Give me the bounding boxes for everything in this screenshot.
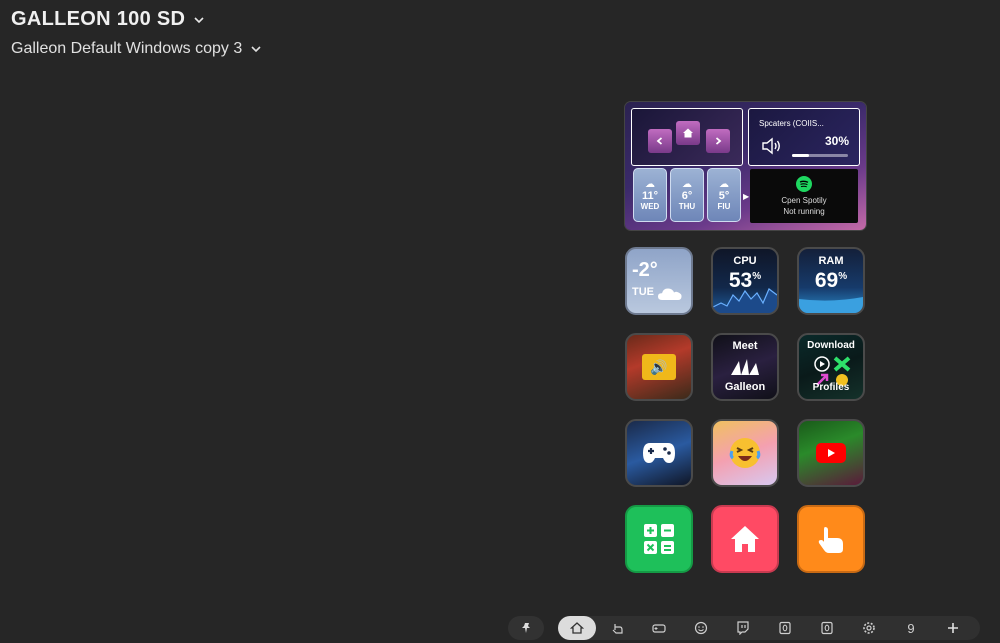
device-selector[interactable]: GALLEON 100 SD (11, 8, 205, 31)
download-profiles-key[interactable]: Download Profiles (797, 333, 865, 401)
profile-selector[interactable]: Galleon Default Windows copy 3 (11, 40, 262, 58)
forecast-temp: 6° (681, 190, 693, 202)
rain-cloud-icon: ☁ (682, 179, 692, 190)
ram-graph (799, 297, 863, 313)
cloud-icon (658, 288, 682, 300)
galleon-label: Galleon (724, 381, 766, 393)
gamepad-icon (643, 443, 675, 463)
volume-app-name: Spcaters (COIIS... (759, 119, 824, 128)
rain-cloud-icon: ☁ (645, 179, 655, 190)
forecast-day: ☁ 6° THU (670, 168, 704, 222)
zero-icon (779, 621, 791, 635)
youtube-key[interactable] (797, 419, 865, 487)
profiles-label: Profiles (812, 382, 850, 393)
touch-icon (612, 624, 623, 634)
page-toolbar: 9 (508, 615, 980, 641)
spotify-icon (796, 175, 812, 192)
weather-forecast-widget[interactable]: ☁ 11° WED ☁ 6° THU ☁ 5° FIU (633, 168, 741, 222)
home-icon[interactable] (676, 121, 700, 145)
forecast-temp: 5° (718, 190, 730, 202)
forecast-day-name: FIU (717, 202, 731, 211)
pin-button[interactable] (508, 616, 544, 640)
spotify-status-line1: Cpen Spotily (781, 195, 827, 205)
tab-settings[interactable] (848, 616, 890, 640)
tab-page-zero[interactable] (764, 616, 806, 640)
calculator-key[interactable] (625, 505, 693, 573)
device-name: GALLEON 100 SD (11, 8, 186, 30)
youtube-icon (816, 443, 846, 463)
tab-page-zero-2[interactable] (806, 616, 848, 640)
twitch-icon (737, 621, 749, 635)
sound-folder-icon: 🔊 (642, 354, 676, 380)
home-key[interactable] (711, 505, 779, 573)
cpu-key[interactable]: CPU 53% (711, 247, 779, 315)
meet-galleon-key[interactable]: Meet Galleon (711, 333, 779, 401)
emoji-key[interactable] (711, 419, 779, 487)
volume-percent: 30% (824, 134, 849, 148)
forecast-temp: 11° (641, 190, 659, 202)
zero-icon (821, 621, 833, 635)
gear-icon (863, 622, 875, 634)
home-icon (731, 526, 759, 552)
page-tabs: 9 (558, 616, 980, 640)
forecast-day-name: WED (640, 202, 660, 211)
chevron-down-icon (194, 16, 204, 23)
widget-panel: Spcaters (COIIS... 30% ☁ 11° WED ☁ 6° TH… (625, 102, 866, 230)
tab-gamepad[interactable] (638, 616, 680, 640)
rain-cloud-icon: ☁ (719, 179, 729, 190)
plus-icon (948, 623, 958, 633)
gamepad-icon (652, 624, 666, 633)
tab-smiley[interactable] (680, 616, 722, 640)
cpu-label: CPU (733, 255, 757, 267)
page-number[interactable]: 9 (890, 616, 932, 640)
smiley-icon (694, 621, 708, 635)
laughing-emoji-icon (729, 438, 761, 468)
soundboard-key[interactable]: 🔊 (625, 333, 693, 401)
ram-label: RAM (818, 255, 844, 267)
pin-icon (522, 623, 530, 633)
volume-slider[interactable] (792, 154, 848, 157)
cpu-graph (713, 288, 777, 313)
spotify-widget[interactable]: Cpen Spotily Not running (750, 169, 858, 223)
spotify-status-line2: Not running (783, 206, 825, 216)
volume-widget[interactable]: Spcaters (COIIS... 30% (748, 108, 860, 166)
ram-key[interactable]: RAM 69% (797, 247, 865, 315)
chevron-left-icon[interactable] (648, 129, 672, 153)
tab-twitch[interactable] (722, 616, 764, 640)
tab-touch[interactable] (596, 616, 638, 640)
chevron-down-icon (251, 46, 261, 53)
weather-temp: -2° (632, 259, 658, 281)
volume-slider-fill (792, 154, 809, 157)
corsair-sails-icon (731, 359, 759, 375)
touch-key[interactable] (797, 505, 865, 573)
navigation-widget[interactable] (631, 108, 743, 166)
profile-name: Galleon Default Windows copy 3 (11, 40, 243, 57)
meet-label: Meet (732, 340, 758, 352)
game-key[interactable] (625, 419, 693, 487)
forecast-day: ☁ 11° WED (633, 168, 667, 222)
weather-key[interactable]: -2° TUE (625, 247, 693, 315)
home-icon (570, 622, 584, 634)
forecast-day-name: THU (678, 202, 696, 211)
calculator-icon (644, 524, 674, 554)
forecast-day: ☁ 5° FIU (707, 168, 741, 222)
tab-home[interactable] (558, 616, 596, 640)
chevron-right-icon[interactable] (706, 129, 730, 153)
caret-right-icon: ▶ (743, 192, 750, 201)
weather-day: TUE (632, 286, 654, 298)
download-label: Download (807, 340, 855, 351)
speaker-icon (762, 137, 780, 155)
add-page-button[interactable] (932, 616, 974, 640)
hand-touch-icon (818, 527, 843, 553)
